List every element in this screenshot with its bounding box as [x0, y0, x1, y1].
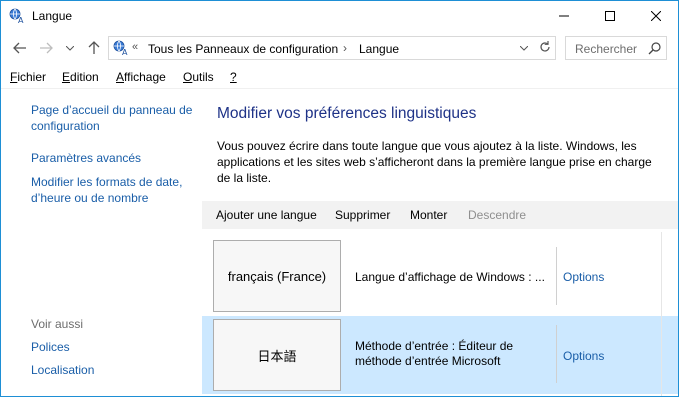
title-bar: A Langue [1, 1, 678, 31]
move-up-button[interactable]: Monter [410, 208, 447, 222]
language-description: Méthode d’entrée : Éditeur de méthode d’… [355, 339, 514, 368]
close-icon [651, 11, 661, 21]
page-title: Modifier vos préférences linguistiques [217, 105, 477, 122]
sidebar-link-date-formats[interactable]: Modifier les formats de date, d’heure ou… [31, 174, 182, 206]
menu-edit[interactable]: Edition [62, 70, 99, 84]
sidebar-link-location[interactable]: Localisation [31, 362, 94, 378]
menu-view[interactable]: Affichage [116, 70, 166, 84]
arrow-right-icon [40, 42, 53, 54]
recent-locations-button[interactable] [61, 38, 79, 58]
chevron-down-icon [66, 45, 74, 51]
breadcrumb-overflow[interactable]: « [132, 41, 138, 53]
language-row-japanese[interactable]: 日本語 Méthode d’entrée : Éditeur de méthod… [202, 316, 678, 394]
language-row-french[interactable]: français (France) Langue d’affichage de … [202, 238, 678, 316]
up-button[interactable] [85, 38, 103, 58]
options-link[interactable]: Options [563, 270, 604, 284]
row-divider [556, 247, 557, 305]
close-button[interactable] [633, 1, 679, 31]
move-down-button[interactable]: Descendre [468, 208, 526, 222]
language-globe-icon: A [9, 8, 24, 24]
arrow-up-icon [88, 41, 100, 54]
sidebar-link-advanced-settings[interactable]: Paramètres avancés [31, 150, 141, 166]
address-bar[interactable]: A « Tous les Panneaux de configuration ›… [108, 36, 556, 60]
sidebar-link-fonts[interactable]: Polices [31, 339, 70, 355]
address-dropdown-button[interactable] [517, 41, 531, 55]
back-button[interactable] [11, 38, 29, 58]
control-panel-window: A Langue A « Tous les Panneaux de config… [0, 0, 679, 397]
search-field[interactable]: Rechercher [565, 36, 667, 60]
language-toolbar: Ajouter une langue Supprimer Monter Desc… [202, 201, 678, 229]
menu-tools[interactable]: Outils [183, 70, 214, 84]
forward-button[interactable] [37, 38, 55, 58]
chevron-down-icon [520, 45, 528, 51]
maximize-button[interactable] [587, 1, 633, 31]
minimize-icon [559, 15, 569, 17]
refresh-icon [540, 41, 550, 52]
page-description: Vous pouvez écrire dans toute langue que… [217, 139, 652, 185]
language-list: français (France) Langue d’affichage de … [202, 232, 678, 396]
row-divider [556, 325, 557, 383]
see-also-heading: Voir aussi [31, 317, 84, 331]
svg-text:A: A [18, 16, 24, 24]
window-title: Langue [32, 9, 73, 23]
menu-bar: Fichier Edition Affichage Outils ? [1, 67, 678, 89]
language-tile[interactable]: français (France) [213, 240, 341, 312]
breadcrumb-control-panel[interactable]: Tous les Panneaux de configuration [148, 42, 338, 56]
add-language-button[interactable]: Ajouter une langue [216, 208, 317, 222]
svg-text:A: A [122, 48, 128, 56]
search-placeholder: Rechercher [575, 42, 638, 56]
menu-help[interactable]: ? [230, 70, 237, 84]
breadcrumb-separator[interactable]: › [343, 41, 347, 55]
sidebar-link-control-panel-home[interactable]: Page d’accueil du panneau de configurati… [31, 102, 192, 134]
menu-file[interactable]: Fichier [10, 70, 46, 84]
arrow-left-icon [13, 42, 26, 54]
list-edge [661, 232, 662, 396]
sidebar: Page d’accueil du panneau de configurati… [1, 90, 201, 396]
maximize-icon [605, 11, 615, 21]
refresh-button[interactable] [537, 40, 553, 56]
minimize-button[interactable] [541, 1, 587, 31]
language-description: Langue d’affichage de Windows : ... [355, 270, 545, 284]
options-link[interactable]: Options [563, 349, 604, 363]
navigation-bar: A « Tous les Panneaux de configuration ›… [1, 34, 678, 62]
search-icon[interactable] [648, 41, 662, 55]
remove-button[interactable]: Supprimer [335, 208, 390, 222]
breadcrumb-language[interactable]: Langue [359, 42, 399, 56]
language-tile[interactable]: 日本語 [213, 319, 341, 391]
language-globe-icon: A [113, 40, 128, 56]
